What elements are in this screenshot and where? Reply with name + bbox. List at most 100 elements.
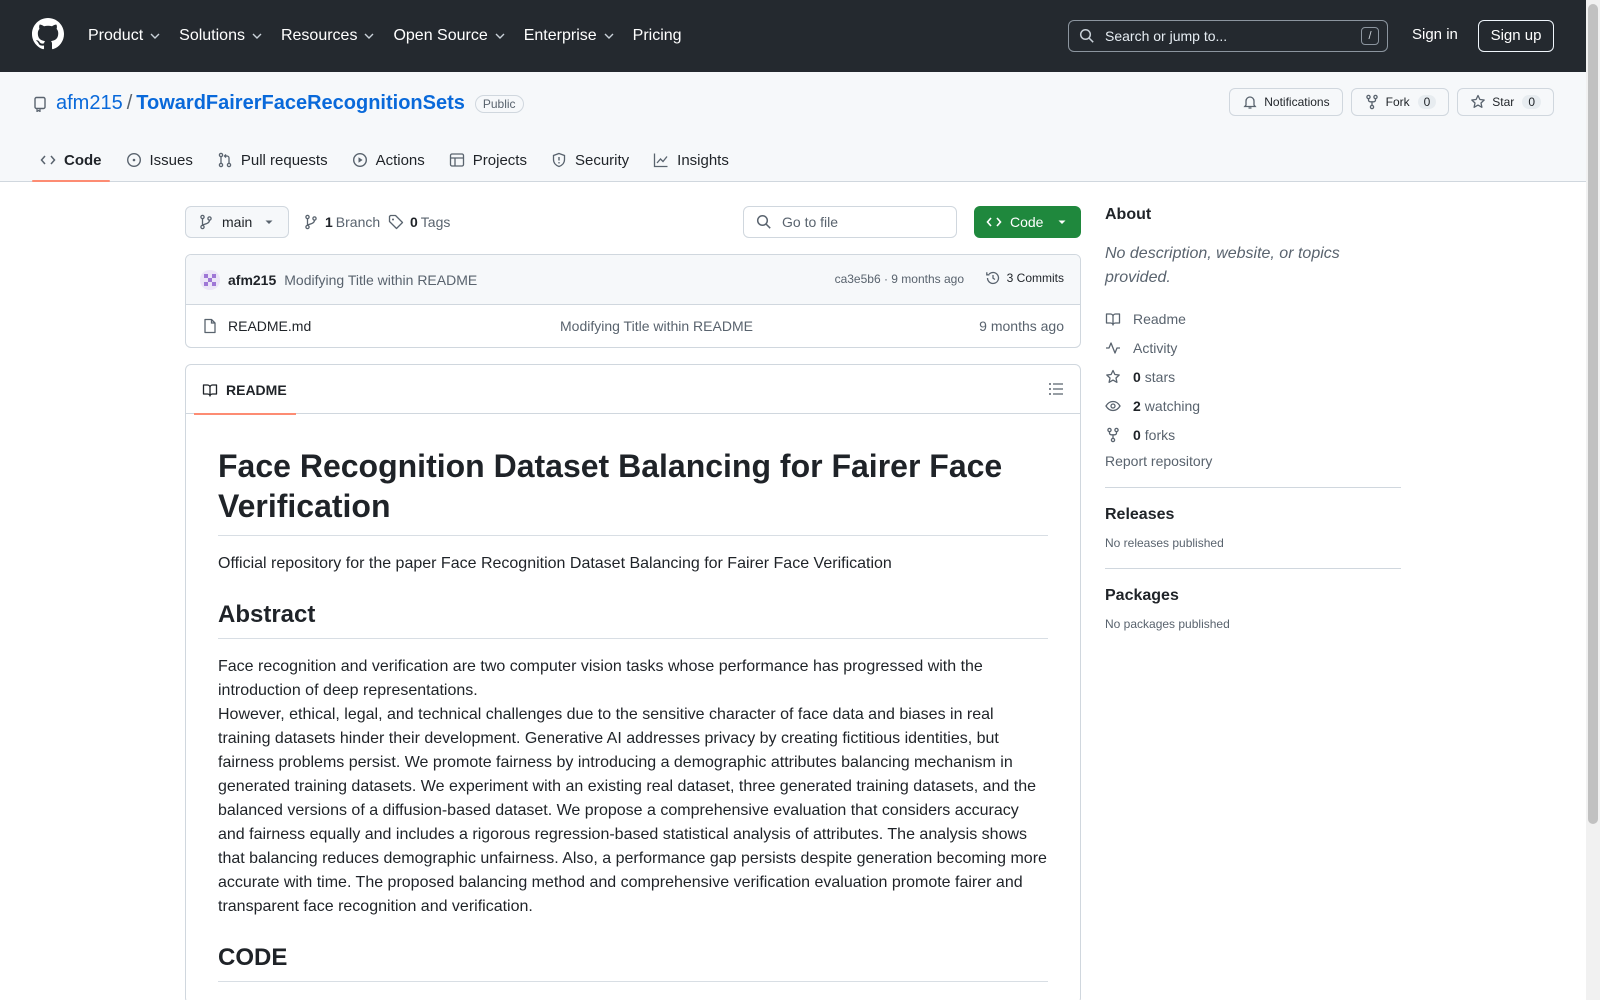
readme-title: Face Recognition Dataset Balancing for F… [218, 446, 1048, 536]
releases-heading[interactable]: Releases [1105, 506, 1401, 524]
branch-count: 1 [325, 214, 333, 230]
history-icon [985, 271, 999, 285]
repo-name-link[interactable]: TowardFairerFaceRecognitionSets [136, 92, 465, 115]
nav-open-source-label: Open Source [393, 27, 488, 44]
chevron-down-icon [604, 33, 614, 39]
nav-enterprise-label: Enterprise [523, 27, 597, 44]
github-logo-icon[interactable] [32, 18, 64, 50]
sidebar-divider [1105, 487, 1401, 488]
code-heading: CODE [218, 943, 1048, 982]
commit-message-link[interactable]: Modifying Title within README [284, 272, 477, 288]
chevron-down-icon [495, 33, 505, 39]
tab-security-label: Security [574, 151, 630, 169]
forks-label: forks [1144, 426, 1176, 443]
watching-label: watching [1144, 397, 1201, 414]
pull-request-icon [218, 152, 232, 168]
readme-intro: Official repository for the paper Face R… [218, 555, 892, 572]
readme-panel: README Face Recognition Dataset Balancin… [185, 364, 1081, 1000]
readme-link[interactable]: Readme [1105, 304, 1401, 333]
branch-select-button[interactable]: main [185, 206, 289, 238]
repo-path-separator: / [126, 92, 133, 114]
forks-link[interactable]: 0 forks [1105, 420, 1401, 449]
nav-solutions[interactable]: Solutions [179, 27, 263, 45]
outline-list-icon[interactable] [1048, 381, 1064, 397]
readme-header: README [186, 365, 1080, 415]
nav-enterprise[interactable]: Enterprise [524, 27, 615, 45]
readme-tab[interactable]: README [194, 365, 296, 415]
about-heading: About [1105, 206, 1152, 223]
tab-actions[interactable]: Actions [344, 138, 433, 182]
repo-tabs: Code Issues Pull requests Actions Projec… [32, 138, 745, 182]
notifications-button[interactable]: Notifications [1229, 88, 1343, 116]
chevron-down-icon [150, 33, 160, 39]
file-icon [204, 318, 216, 334]
branch-icon [200, 214, 212, 230]
commit-author-link[interactable]: afm215 [228, 272, 276, 288]
tab-projects-label: Projects [472, 151, 527, 169]
branch-name: main [222, 214, 253, 230]
file-commit-message-link[interactable]: Modifying Title within README [560, 318, 753, 334]
nav-open-source[interactable]: Open Source [393, 27, 505, 45]
nav-pricing[interactable]: Pricing [633, 27, 682, 45]
packages-heading[interactable]: Packages [1105, 587, 1401, 605]
star-label: Star [1492, 95, 1515, 109]
tab-actions-label: Actions [375, 151, 425, 169]
visibility-badge: Public [474, 94, 524, 113]
identicon-icon [200, 269, 220, 290]
stars-link[interactable]: 0 stars [1105, 362, 1401, 391]
avatar[interactable] [200, 269, 220, 290]
sign-in-link[interactable]: Sign in [1412, 26, 1458, 43]
watching-link[interactable]: 2 watching [1105, 391, 1401, 420]
activity-link-label: Activity [1133, 339, 1178, 356]
caret-down-icon [1058, 220, 1066, 224]
activity-link[interactable]: Activity [1105, 333, 1401, 362]
commit-hash-and-time[interactable]: ca3e5b6 · 9 months ago [835, 272, 964, 286]
code-dropdown-button[interactable]: Code [974, 206, 1081, 238]
packages-empty-text: No packages published [1105, 617, 1230, 631]
book-icon [202, 383, 218, 397]
fork-button[interactable]: Fork 0 [1350, 88, 1450, 116]
tags-link[interactable]: 0 Tags [388, 214, 450, 230]
branch-count-label: Branch [335, 214, 381, 230]
scrollbar-thumb[interactable] [1588, 4, 1598, 824]
sign-up-button[interactable]: Sign up [1478, 20, 1554, 52]
abstract-paragraph-2: However, ethical, legal, and technical c… [218, 706, 1047, 915]
tag-count-label: Tags [420, 214, 451, 230]
fork-icon [1365, 94, 1378, 110]
issue-icon [126, 152, 141, 168]
file-browser: afm215 Modifying Title within README ca3… [185, 254, 1081, 348]
tab-pull-requests[interactable]: Pull requests [209, 138, 336, 182]
chevron-down-icon [364, 33, 374, 39]
tab-projects[interactable]: Projects [441, 138, 535, 182]
repo-owner-link[interactable]: afm215 [56, 92, 123, 115]
tab-security[interactable]: Security [543, 138, 637, 182]
file-commit-time: 9 months ago [979, 318, 1064, 334]
file-row[interactable]: README.md Modifying Title within README … [186, 305, 1080, 347]
tab-insights[interactable]: Insights [645, 138, 737, 182]
tab-issues[interactable]: Issues [118, 138, 201, 182]
watching-count: 2 [1133, 397, 1141, 414]
branch-icon [305, 214, 317, 230]
abstract-paragraph-1: Face recognition and verification are tw… [218, 658, 983, 699]
commits-history-link[interactable]: 3 Commits [985, 270, 1064, 286]
star-button[interactable]: Star 0 [1457, 88, 1554, 116]
global-search-input[interactable]: Search or jump to... / [1068, 20, 1388, 52]
branches-link[interactable]: 1 Branch [303, 214, 380, 230]
tag-count: 0 [410, 214, 418, 230]
stars-count: 0 [1133, 368, 1141, 385]
nav-product[interactable]: Product [88, 27, 161, 45]
repo-icon [34, 96, 46, 112]
tab-insights-label: Insights [677, 151, 729, 169]
chevron-down-icon [252, 33, 262, 39]
play-circle-icon [352, 152, 367, 168]
nav-resources[interactable]: Resources [281, 27, 375, 45]
global-header: Product Solutions Resources Open Source … [0, 0, 1600, 72]
go-to-file-input[interactable]: Go to file [743, 206, 957, 238]
report-repository-link[interactable]: Report repository [1105, 453, 1401, 469]
file-name-link[interactable]: README.md [228, 318, 311, 334]
commit-count-label: 3 Commits [1006, 271, 1064, 285]
tab-code[interactable]: Code [32, 138, 110, 182]
global-nav: Product Solutions Resources Open Source … [88, 0, 700, 72]
latest-commit: afm215 Modifying Title within README ca3… [186, 255, 1080, 305]
readme-link-label: Readme [1133, 310, 1186, 327]
